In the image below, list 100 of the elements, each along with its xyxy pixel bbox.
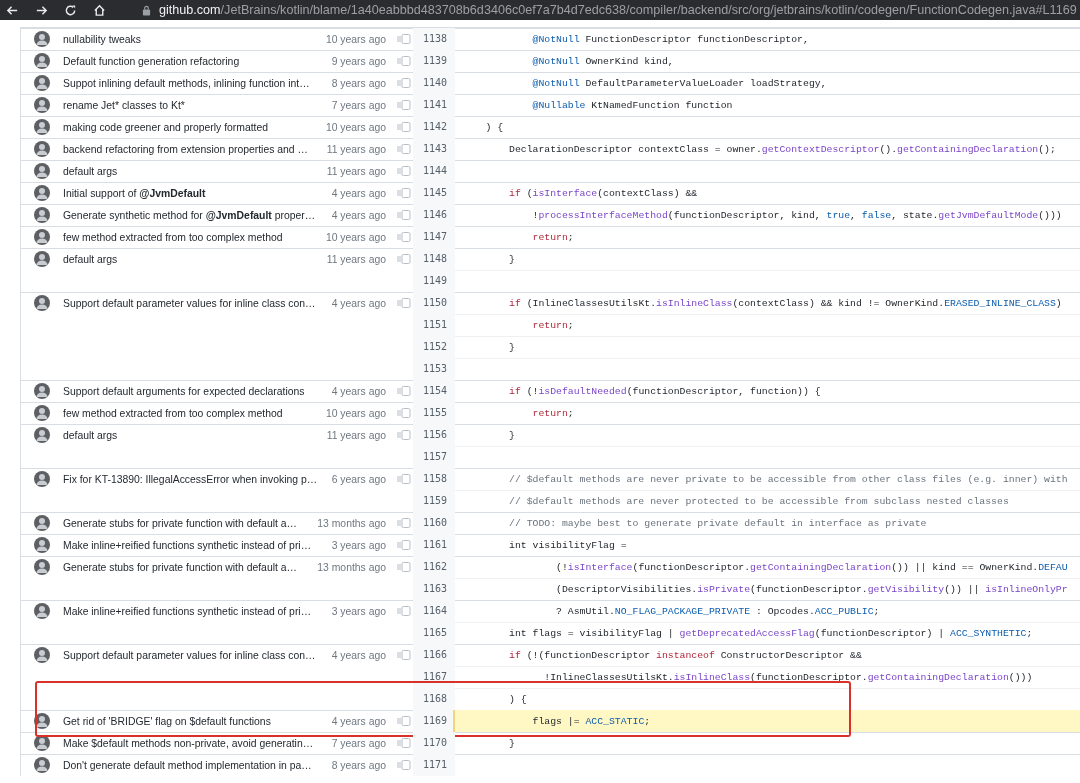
line-number[interactable]: 1154: [413, 380, 455, 402]
commit-age: 7 years ago: [331, 737, 386, 749]
code-line: @NotNull DefaultParameterValueLoader loadStrategy,: [531, 77, 827, 89]
code-line: !processInterfaceMethod(functionDescriptor, kind, true, false, state.getJvmDefaultMode())): [531, 209, 1062, 221]
avatar-icon[interactable]: [34, 515, 50, 531]
commit-message[interactable]: Support default parameter values for inline class con…: [63, 297, 332, 309]
line-number[interactable]: 1168: [413, 688, 455, 710]
line-number[interactable]: 1165: [413, 622, 455, 644]
line-number[interactable]: 1153: [413, 358, 455, 380]
line-number[interactable]: 1169: [413, 710, 455, 732]
line-number[interactable]: 1143: [413, 138, 455, 160]
commit-message[interactable]: Support default parameter values for inline class con…: [63, 649, 332, 661]
line-number[interactable]: 1145: [413, 182, 455, 204]
commit-message[interactable]: default args: [63, 429, 327, 441]
avatar-icon[interactable]: [34, 75, 50, 91]
avatar-icon[interactable]: [34, 537, 50, 553]
reload-icon[interactable]: [64, 3, 77, 17]
avatar-icon[interactable]: [34, 471, 50, 487]
line-number[interactable]: 1166: [413, 644, 455, 666]
line-number[interactable]: 1158: [413, 468, 455, 490]
line-number[interactable]: 1156: [413, 424, 455, 446]
avatar-icon[interactable]: [34, 141, 50, 157]
avatar-icon[interactable]: [34, 97, 50, 113]
avatar-icon[interactable]: [34, 405, 50, 421]
avatar-icon[interactable]: [34, 603, 50, 619]
avatar-icon[interactable]: [34, 31, 50, 47]
commit-message[interactable]: few method extracted from too complex method: [63, 407, 326, 419]
line-number[interactable]: 1171: [413, 754, 455, 776]
line-number[interactable]: 1141: [413, 94, 455, 116]
avatar-icon[interactable]: [34, 757, 50, 773]
line-number[interactable]: 1170: [413, 732, 455, 754]
line-number[interactable]: 1164: [413, 600, 455, 622]
line-number[interactable]: 1146: [413, 204, 455, 226]
line-number[interactable]: 1139: [413, 50, 455, 72]
commit-age: 13 months ago: [317, 561, 386, 573]
line-number[interactable]: 1159: [413, 490, 455, 512]
commit-message[interactable]: Generate stubs for private function with default a…: [63, 517, 318, 529]
avatar-icon[interactable]: [34, 559, 50, 575]
commit-message[interactable]: Make $default methods non-private, avoid generatin…: [63, 737, 332, 749]
commit-age: 10 years ago: [325, 33, 386, 45]
commit-message[interactable]: few method extracted from too complex method: [63, 231, 326, 243]
line-number[interactable]: 1160: [413, 512, 455, 534]
avatar-icon[interactable]: [34, 163, 50, 179]
line-number[interactable]: 1138: [413, 28, 455, 50]
commit-message[interactable]: backend refactoring from extension properties and …: [63, 143, 327, 155]
commit-age: 4 years ago: [331, 715, 386, 727]
avatar-icon[interactable]: [34, 53, 50, 69]
avatar-icon[interactable]: [34, 229, 50, 245]
line-number[interactable]: 1157: [413, 446, 455, 468]
commit-message[interactable]: Support default arguments for expected declarations: [63, 385, 332, 397]
line-number[interactable]: 1149: [413, 270, 455, 292]
commit-message[interactable]: Generate synthetic method for @JvmDefault proper…: [63, 209, 332, 221]
commit-message[interactable]: Generate stubs for private function with default a…: [63, 561, 318, 573]
avatar-icon[interactable]: [34, 427, 50, 443]
avatar-icon[interactable]: [34, 119, 50, 135]
commit-age: 6 years ago: [331, 473, 386, 485]
avatar-icon[interactable]: [34, 647, 50, 663]
line-number[interactable]: 1155: [413, 402, 455, 424]
commit-message[interactable]: Get rid of 'BRIDGE' flag on $default functions: [63, 715, 332, 727]
commit-message[interactable]: Suppot inlining default methods, inlining function int…: [63, 77, 332, 89]
code-line: @NotNull OwnerKind kind,: [531, 55, 674, 67]
commit-message[interactable]: rename Jet* classes to Kt*: [63, 99, 332, 111]
line-number[interactable]: 1144: [413, 160, 455, 182]
line-number[interactable]: 1167: [413, 666, 455, 688]
commit-message[interactable]: making code greener and properly formatted: [63, 121, 326, 133]
commit-message[interactable]: default args: [63, 165, 327, 177]
home-icon[interactable]: [93, 3, 106, 17]
code-line: ) {: [508, 693, 527, 705]
commit-age: 10 years ago: [325, 121, 386, 133]
line-number[interactable]: 1150: [413, 292, 455, 314]
commit-age: 4 years ago: [331, 649, 386, 661]
line-number[interactable]: 1152: [413, 336, 455, 358]
avatar-icon[interactable]: [34, 735, 50, 751]
line-number[interactable]: 1147: [413, 226, 455, 248]
code-line: DeclarationDescriptor contextClass = owner.getContextDescriptor().getContainingDeclaration();: [508, 143, 1056, 155]
avatar-icon[interactable]: [34, 207, 50, 223]
commit-message[interactable]: Initial support of @JvmDefault: [63, 187, 332, 199]
code-line: // $default methods are never private to be accessible from other class files (e.g. inner) with: [508, 473, 1068, 485]
commit-message[interactable]: default args: [63, 253, 327, 265]
code-line: ) {: [484, 121, 504, 133]
commit-message[interactable]: Default function generation refactoring: [63, 55, 332, 67]
code-line: int visibilityFlag =: [508, 539, 627, 551]
commit-message[interactable]: Fix for KT-13890: IllegalAccessError when invoking p…: [63, 473, 332, 485]
commit-age: 8 years ago: [331, 759, 386, 771]
avatar-icon[interactable]: [34, 185, 50, 201]
avatar-icon[interactable]: [34, 383, 50, 399]
commit-message[interactable]: Make inline+reified functions synthetic instead of pri…: [63, 605, 332, 617]
avatar-icon[interactable]: [34, 295, 50, 311]
line-number[interactable]: 1162: [413, 556, 455, 578]
commit-message[interactable]: Don't generate default method implementation in pa…: [63, 759, 332, 771]
avatar-icon[interactable]: [34, 713, 50, 729]
line-number[interactable]: 1140: [413, 72, 455, 94]
line-number[interactable]: 1142: [413, 116, 455, 138]
commit-message[interactable]: nullability tweaks: [63, 33, 326, 45]
line-number[interactable]: 1151: [413, 314, 455, 336]
line-number[interactable]: 1148: [413, 248, 455, 270]
avatar-icon[interactable]: [34, 251, 50, 267]
line-number[interactable]: 1163: [413, 578, 455, 600]
line-number[interactable]: 1161: [413, 534, 455, 556]
commit-message[interactable]: Make inline+reified functions synthetic instead of pri…: [63, 539, 332, 551]
